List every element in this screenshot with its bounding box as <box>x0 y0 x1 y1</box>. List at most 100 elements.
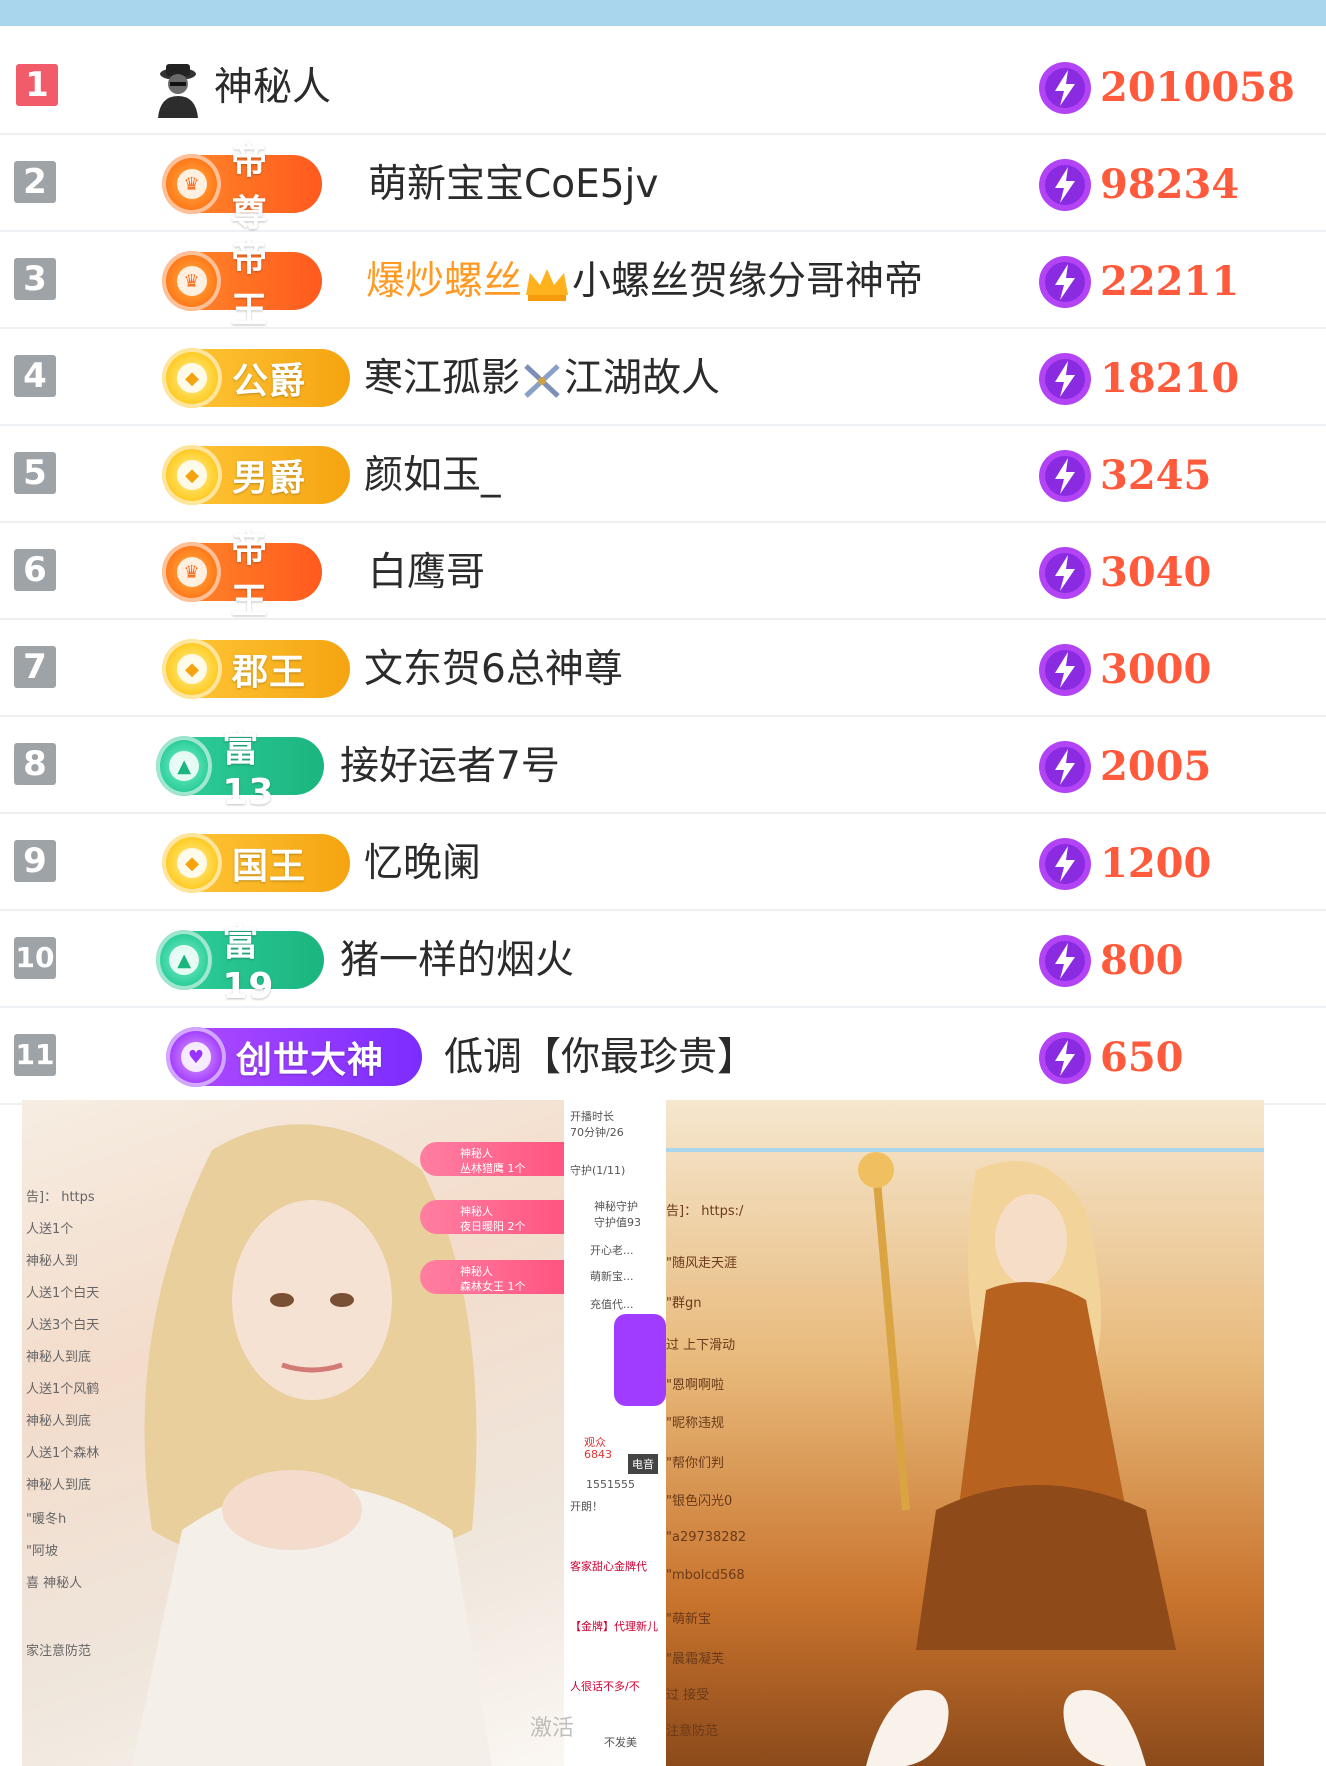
lightning-coin-icon <box>1039 741 1091 793</box>
chat-line: 人送3个白天 <box>26 1318 100 1333</box>
stream-screenshots: 告]： https 人送1个 神秘人到 人送1个白天 人送3个白天 神秘人到底 … <box>0 1100 1326 1766</box>
username: 低调【你最珍贵】 <box>444 1035 757 1080</box>
level-badge: ◆ 男爵 <box>162 445 350 505</box>
leaderboard-row[interactable]: 6 ♛ 帝王 白鹰哥 3040 <box>0 523 1326 622</box>
medal-icon: ◆ <box>162 348 222 408</box>
leaderboard-row[interactable]: 2 ♛ 帝尊 萌新宝宝CoE5jv 98234 <box>0 135 1326 234</box>
rank-badge: 2 <box>14 161 56 203</box>
lightning-coin-icon <box>1039 353 1091 405</box>
lightning-coin-icon <box>1039 838 1091 890</box>
medal-icon: ◆ <box>162 445 222 505</box>
medal-icon: ◆ <box>162 833 222 893</box>
chat-line: 喜 神秘人 <box>26 1576 83 1591</box>
score: 650 <box>1100 1034 1184 1081</box>
mystery-avatar-icon <box>158 64 198 118</box>
level-badge: ♥ 创世大神 <box>166 1027 422 1087</box>
lightning-coin-icon <box>1039 159 1091 211</box>
gift-notice: 神秘人 森林女王 1个 <box>420 1260 564 1294</box>
crossed-swords-icon <box>524 363 560 398</box>
username: 神秘人 <box>214 65 332 110</box>
rank-badge: 4 <box>14 355 56 397</box>
leaderboard-row[interactable]: 5 ◆ 男爵 颜如玉_ 3245 <box>0 426 1326 523</box>
chat-line: 家注意防范 <box>26 1644 92 1659</box>
rank-badge: 1 <box>16 64 58 106</box>
lightning-coin-icon <box>1039 450 1091 502</box>
username: 爆炒螺丝 小螺丝贺缘分哥神帝 <box>366 254 923 310</box>
medal-icon: ♛ <box>162 542 222 602</box>
username: 忆晚阑 <box>364 841 482 886</box>
username: 猪一样的烟火 <box>340 938 575 983</box>
gift-notice: 神秘人 丛林猎鹰 1个 <box>420 1142 564 1176</box>
leaderboard: 1 神秘人 2010058 2 ♛ 帝尊 萌新宝宝CoE5jv 98234 3 … <box>0 38 1326 1105</box>
chat-line: 人送1个 <box>26 1222 74 1237</box>
score: 2005 <box>1100 743 1212 790</box>
username: 白鹰哥 <box>368 550 486 595</box>
score: 3000 <box>1100 646 1212 693</box>
medal-icon: ▲ <box>156 930 213 990</box>
score: 3040 <box>1100 549 1212 596</box>
lightning-coin-icon <box>1039 256 1091 308</box>
medal-icon: ♥ <box>166 1027 226 1087</box>
leaderboard-row[interactable]: 1 神秘人 2010058 <box>0 38 1326 135</box>
chat-line: "阿坡 <box>26 1544 58 1559</box>
chat-line: "暖冬h <box>26 1512 67 1527</box>
level-badge: ◆ 公爵 <box>162 348 350 408</box>
leaderboard-row[interactable]: 9 ◆ 国王 忆晚阑 1200 <box>0 814 1326 911</box>
lightning-coin-icon <box>1039 62 1091 114</box>
level-badge: ♛ 帝王 <box>162 529 322 622</box>
rank-badge: 3 <box>14 258 56 300</box>
medal-icon: ♛ <box>162 251 222 311</box>
rank-badge: 11 <box>14 1034 56 1076</box>
rank-badge: 10 <box>14 937 56 979</box>
leaderboard-row[interactable]: 7 ◆ 郡王 文东贺6总神尊 3000 <box>0 620 1326 717</box>
crown-icon <box>526 268 569 301</box>
watermark-text: 激活 <box>530 1716 575 1741</box>
username: 接好运者7号 <box>340 744 560 789</box>
chat-line: 神秘人到底 <box>26 1478 92 1493</box>
level-badge: ▲ 富13 <box>156 729 324 813</box>
rank-badge: 5 <box>14 452 56 494</box>
chat-line: 人送1个森林 <box>26 1446 100 1461</box>
rank-badge: 7 <box>14 646 56 688</box>
chat-line: 神秘人到 <box>26 1254 79 1269</box>
leaderboard-row[interactable]: 10 ▲ 富19 猪一样的烟火 800 <box>0 911 1326 1008</box>
app-logo-icon <box>614 1314 666 1406</box>
username: 颜如玉_ <box>364 453 501 498</box>
lightning-coin-icon <box>1039 935 1091 987</box>
leaderboard-row[interactable]: 3 ♛ 帝王 爆炒螺丝 小螺丝贺缘分哥神帝 22211 <box>0 232 1326 331</box>
stream-side-panel: 开播时长 70分钟/26 守护(1/11) 神秘守护 守护值93 开心老... … <box>564 1100 666 1766</box>
gift-notice: 神秘人 夜日暖阳 2个 <box>420 1200 564 1234</box>
rank-badge: 8 <box>14 743 56 785</box>
chat-line: 神秘人到底 <box>26 1350 92 1365</box>
lightning-coin-icon <box>1039 644 1091 696</box>
score: 3245 <box>1100 452 1212 499</box>
level-badge: ◆ 国王 <box>162 833 350 893</box>
leaderboard-row[interactable]: 4 ◆ 公爵 寒江孤影 江湖故人 18210 <box>0 329 1326 426</box>
chat-line: 神秘人到底 <box>26 1414 92 1429</box>
score: 800 <box>1100 937 1184 984</box>
stream-screenshot-left: 告]： https 人送1个 神秘人到 人送1个白天 人送3个白天 神秘人到底 … <box>22 1100 564 1766</box>
rank-badge: 9 <box>14 840 56 882</box>
username-part: 江湖故人 <box>564 356 721 401</box>
level-badge: ♛ 帝尊 <box>162 141 322 234</box>
score: 22211 <box>1100 258 1240 305</box>
level-badge: ♛ 帝王 <box>162 238 322 331</box>
username-prefix: 爆炒螺丝 <box>366 259 523 304</box>
medal-icon: ♛ <box>162 154 222 214</box>
username-suffix: 小螺丝贺缘分哥神帝 <box>572 259 924 304</box>
leaderboard-row[interactable]: 8 ▲ 富13 接好运者7号 2005 <box>0 717 1326 814</box>
chat-line: 告]： https <box>26 1190 95 1205</box>
lightning-coin-icon <box>1039 547 1091 599</box>
chat-line: 人送1个风鹤 <box>26 1382 100 1397</box>
username-part: 寒江孤影 <box>364 356 521 401</box>
username: 萌新宝宝CoE5jv <box>368 162 659 207</box>
username: 寒江孤影 江湖故人 <box>364 351 720 407</box>
leaderboard-row[interactable]: 11 ♥ 创世大神 低调【你最珍贵】 650 <box>0 1008 1326 1105</box>
chat-line: 人送1个白天 <box>26 1286 100 1301</box>
lightning-coin-icon <box>1039 1032 1091 1084</box>
score: 98234 <box>1100 161 1240 208</box>
medal-icon: ◆ <box>162 639 222 699</box>
score: 18210 <box>1100 355 1240 402</box>
username: 文东贺6总神尊 <box>364 647 623 692</box>
score: 2010058 <box>1100 64 1295 111</box>
